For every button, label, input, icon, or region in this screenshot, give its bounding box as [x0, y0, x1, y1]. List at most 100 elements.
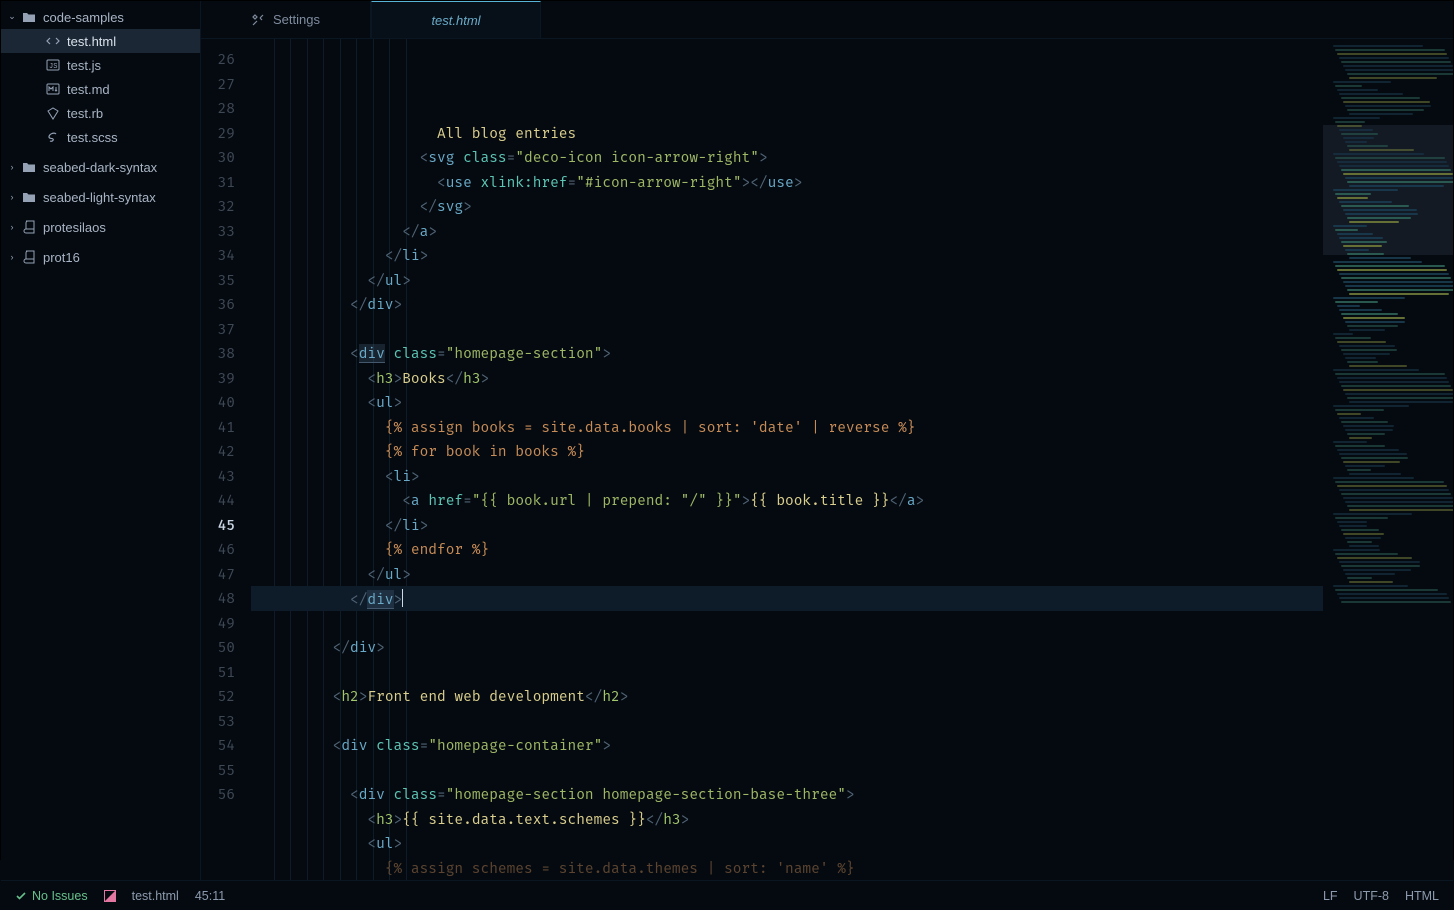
code-line[interactable] [251, 709, 1323, 734]
folder-protesilaos[interactable]: protesilaos [1, 215, 200, 239]
check-icon [15, 890, 27, 902]
file-label: test.md [67, 82, 200, 97]
code-line[interactable] [251, 660, 1323, 685]
line-number[interactable]: 31 [201, 170, 235, 195]
line-number[interactable]: 32 [201, 194, 235, 219]
line-number[interactable]: 34 [201, 243, 235, 268]
code-line[interactable]: <h3>Books</h3> [251, 366, 1323, 391]
code-line[interactable]: </a> [251, 219, 1323, 244]
line-number[interactable]: 38 [201, 341, 235, 366]
folder-label: protesilaos [43, 220, 200, 235]
code-line[interactable]: <div class="homepage-section"> [251, 341, 1323, 366]
line-number[interactable]: 43 [201, 464, 235, 489]
minimap[interactable] [1323, 39, 1453, 880]
code-line[interactable] [251, 317, 1323, 342]
line-number[interactable]: 35 [201, 268, 235, 293]
svg-text:JS: JS [49, 63, 57, 71]
code-line[interactable]: <ul> [251, 390, 1323, 415]
code-line[interactable]: <ul> [251, 831, 1323, 856]
code-line[interactable]: <h3>{{ site.data.text.schemes }}</h3> [251, 807, 1323, 832]
line-number[interactable]: 55 [201, 758, 235, 783]
line-number[interactable]: 40 [201, 390, 235, 415]
status-file[interactable]: test.html [132, 889, 179, 903]
status-lang[interactable]: HTML [1405, 889, 1439, 903]
line-number[interactable]: 44 [201, 488, 235, 513]
line-number[interactable]: 56 [201, 782, 235, 807]
status-enc[interactable]: UTF-8 [1354, 889, 1389, 903]
line-number[interactable]: 39 [201, 366, 235, 391]
code-line[interactable]: {% assign schemes = site.data.themes | s… [251, 856, 1323, 881]
code-line[interactable]: <svg class="deco-icon icon-arrow-right"> [251, 145, 1323, 170]
code-line[interactable]: <li> [251, 464, 1323, 489]
line-number[interactable]: 26 [201, 47, 235, 72]
file-test-rb[interactable]: test.rb [1, 101, 200, 125]
code-line[interactable]: </svg> [251, 194, 1323, 219]
folder-prot16[interactable]: prot16 [1, 245, 200, 269]
code-line[interactable] [251, 758, 1323, 783]
file-tree[interactable]: code-samples test.htmlJStest.js test.md te… [1, 1, 201, 880]
tab-test-html[interactable]: test.html [371, 1, 541, 38]
code-line[interactable]: {% for book in books %} [251, 439, 1323, 464]
code-line[interactable]: </li> [251, 513, 1323, 538]
file-test-html[interactable]: test.html [1, 29, 200, 53]
code-line[interactable]: </div> [251, 586, 1323, 611]
status-issues[interactable]: No Issues [15, 889, 88, 903]
line-number[interactable]: 42 [201, 439, 235, 464]
line-number[interactable]: 52 [201, 684, 235, 709]
folder-icon [21, 159, 37, 175]
deprecation-cop-icon[interactable] [104, 890, 116, 902]
html-file-icon [45, 33, 61, 49]
status-bar: No Issues test.html 45:11 LF UTF-8 HTML [1, 880, 1453, 910]
line-number[interactable]: 28 [201, 96, 235, 121]
folder-label: seabed-dark-syntax [43, 160, 200, 175]
tab-label: Settings [273, 12, 320, 27]
file-test-scss[interactable]: test.scss [1, 125, 200, 149]
folder-seabed-dark-syntax[interactable]: seabed-dark-syntax [1, 155, 200, 179]
chevron-right-icon [7, 192, 17, 202]
code-editor[interactable]: All blog entries <svg class="deco-icon i… [245, 39, 1323, 880]
line-number[interactable]: 51 [201, 660, 235, 685]
code-line[interactable]: <use xlink:href="#icon-arrow-right"></us… [251, 170, 1323, 195]
rb-file-icon [45, 105, 61, 121]
line-number[interactable]: 45 [201, 513, 235, 538]
folder-code-samples[interactable]: code-samples [1, 5, 200, 29]
line-number[interactable]: 30 [201, 145, 235, 170]
code-line[interactable]: </ul> [251, 562, 1323, 587]
code-line[interactable]: <h2>Front end web development</h2> [251, 684, 1323, 709]
folder-seabed-light-syntax[interactable]: seabed-light-syntax [1, 185, 200, 209]
code-line[interactable]: All blog entries [251, 121, 1323, 146]
line-number[interactable]: 47 [201, 562, 235, 587]
line-number[interactable]: 48 [201, 586, 235, 611]
status-cursor[interactable]: 45:11 [195, 889, 225, 903]
chevron-right-icon [7, 222, 17, 232]
line-number[interactable]: 49 [201, 611, 235, 636]
code-line[interactable]: {% assign books = site.data.books | sort… [251, 415, 1323, 440]
line-number[interactable]: 33 [201, 219, 235, 244]
file-test-md[interactable]: test.md [1, 77, 200, 101]
repo-icon [21, 219, 37, 235]
line-number[interactable]: 54 [201, 733, 235, 758]
line-number[interactable]: 46 [201, 537, 235, 562]
line-number[interactable]: 50 [201, 635, 235, 660]
file-label: test.rb [67, 106, 200, 121]
code-line[interactable]: </li> [251, 243, 1323, 268]
code-line[interactable] [251, 611, 1323, 636]
md-file-icon [45, 81, 61, 97]
code-line[interactable]: </ul> [251, 268, 1323, 293]
line-number[interactable]: 53 [201, 709, 235, 734]
tab-settings[interactable]: Settings [201, 1, 371, 38]
code-line[interactable]: <div class="homepage-section homepage-se… [251, 782, 1323, 807]
code-line[interactable]: {% endfor %} [251, 537, 1323, 562]
file-test-js[interactable]: JStest.js [1, 53, 200, 77]
code-line[interactable]: </div> [251, 292, 1323, 317]
line-gutter[interactable]: 2627282930313233343536373839404142434445… [201, 39, 245, 880]
code-line[interactable]: </div> [251, 635, 1323, 660]
line-number[interactable]: 27 [201, 72, 235, 97]
line-number[interactable]: 36 [201, 292, 235, 317]
line-number[interactable]: 41 [201, 415, 235, 440]
status-eol[interactable]: LF [1323, 889, 1338, 903]
code-line[interactable]: <a href="{{ book.url | prepend: "/" }}">… [251, 488, 1323, 513]
line-number[interactable]: 29 [201, 121, 235, 146]
code-line[interactable]: <div class="homepage-container"> [251, 733, 1323, 758]
line-number[interactable]: 37 [201, 317, 235, 342]
